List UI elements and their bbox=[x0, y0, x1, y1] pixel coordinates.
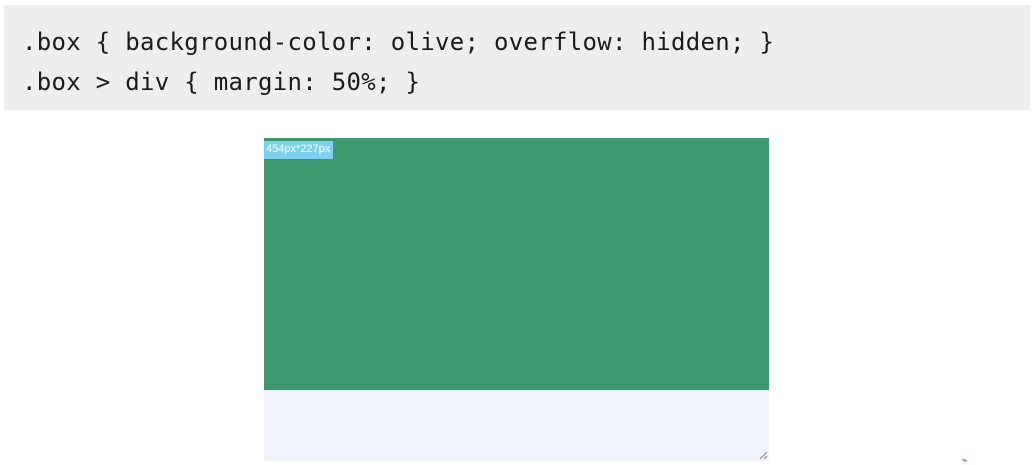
demo-box: 454px*227px bbox=[264, 138, 769, 461]
page: .box { background-color: olive; overflow… bbox=[0, 0, 1036, 465]
resize-grip-icon[interactable] bbox=[758, 450, 768, 460]
inner-div: 454px*227px bbox=[264, 138, 769, 390]
size-tooltip: 454px*227px bbox=[264, 141, 334, 159]
code-line-box-rule: .box { background-color: olive; overflow… bbox=[22, 28, 775, 56]
code-line-child-rule: .box > div { margin: 50%; } bbox=[22, 68, 421, 96]
code-block: .box { background-color: olive; overflow… bbox=[4, 5, 1030, 110]
cursor-mark-icon bbox=[962, 458, 968, 462]
